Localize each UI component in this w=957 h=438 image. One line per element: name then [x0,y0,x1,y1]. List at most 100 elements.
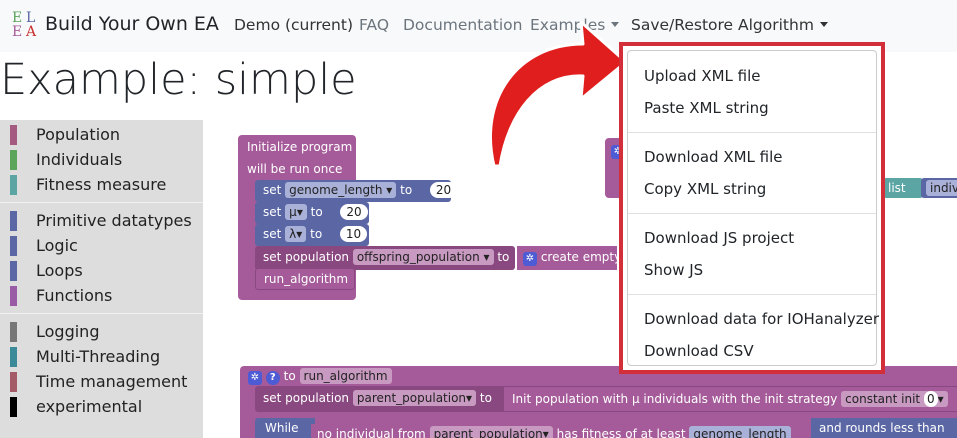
menu-show-js[interactable]: Show JS [644,261,703,279]
and-rounds-block[interactable]: and rounds less than [811,418,957,438]
toolbox-item-label: Multi-Threading [36,347,161,366]
set-label: set [263,227,282,241]
init-population-text: Init population with μ individuals with … [512,392,838,406]
save-restore-dropdown: Upload XML file Paste XML string Downloa… [619,42,885,374]
toolbox-item-label: Individuals [36,150,123,169]
category-swatch [10,261,17,281]
nav-faq[interactable]: FAQ [359,16,389,34]
toolbox-item-label: Functions [36,286,113,305]
var-dropdown[interactable]: μ▾ [285,204,307,220]
init-strategy-dropdown[interactable]: constant init 0 ▾ [841,391,948,407]
toolbox-item-label: Logging [36,322,100,341]
nav-demo[interactable]: Demo (current) [234,16,353,34]
run-algorithm-call-block[interactable]: run_algorithm [255,268,355,290]
parent-var-dropdown-2[interactable]: parent_population▾ [429,426,553,438]
menu-upload-xml-file[interactable]: Upload XML file [644,67,761,85]
to-label: to [400,183,413,197]
toolbox-item-label: Loops [36,261,83,280]
set-genome-length-block[interactable]: set genome_length ▾ to 20 [255,180,458,202]
var-name: offspring_population [356,250,480,264]
number-field[interactable]: 20 [340,204,368,220]
var-name: parent_population [433,427,543,438]
toolbox-separator [0,202,203,203]
menu-download-csv[interactable]: Download CSV [644,342,754,360]
strategy-name: constant init [845,392,921,406]
logo-letter-e2: E [12,24,23,40]
dropdown-menu: Upload XML file Paste XML string Downloa… [627,50,879,366]
parent-var-dropdown[interactable]: parent_population▾ [352,390,477,406]
no-individual-label: no individual from [317,427,426,438]
toolbox-item-label: Logic [36,236,78,255]
to-label: to [310,205,323,219]
logo-letter-e1: E [12,10,23,26]
list-label: list [888,181,906,195]
nav-save-restore[interactable]: Save/Restore Algorithm [631,16,828,34]
set-lambda-block[interactable]: set λ▾ to 10 [255,224,369,246]
to-label: to [497,250,510,264]
menu-download-xml-file[interactable]: Download XML file [644,148,783,166]
brand-title[interactable]: Build Your Own EA [45,13,219,35]
init-label-1: Initialize program [247,140,353,154]
function-header: ✲ ? to run_algorithm [248,366,392,386]
menu-download-js-project[interactable]: Download JS project [644,229,794,247]
toolbox-item-label: Fitness measure [36,175,167,194]
chevron-down-icon [819,22,828,27]
blockly-toolbox: Population Individuals Fitness measure P… [0,120,203,438]
page-title: Example: simple [0,55,357,105]
var-dropdown[interactable]: λ▾ [285,226,307,242]
list-block[interactable]: list [883,178,923,198]
create-empty-label: create empty [540,250,622,264]
individual-var-block[interactable]: indivi [921,178,957,198]
var-name: parent_population [356,391,467,405]
init-label-2: will be run once [247,162,343,176]
function-name-field[interactable]: run_algorithm [299,368,392,384]
set-population-label: set population [263,391,350,405]
var-name: λ [289,227,297,241]
function-to-label: to [283,369,296,383]
offspring-var-dropdown[interactable]: offspring_population ▾ [352,249,494,265]
category-swatch [10,236,17,256]
menu-copy-xml-string[interactable]: Copy XML string [644,180,766,198]
var-name: μ [289,205,297,219]
to-label: to [479,391,492,405]
toolbox-item-label: experimental [36,397,143,416]
gear-icon[interactable]: ✲ [248,371,262,385]
set-label: set [263,183,282,197]
and-rounds-label: and rounds less than [819,421,945,435]
category-swatch [10,211,17,231]
toolbox-item-label: Population [36,125,121,144]
set-mu-block[interactable]: set μ▾ to 20 [255,202,369,224]
menu-paste-xml-string[interactable]: Paste XML string [644,99,769,117]
has-fitness-label: has fitness of at least [556,427,686,438]
category-swatch [10,322,17,342]
menu-divider [628,132,876,133]
menu-download-iohanalyzer[interactable]: Download data for IOHanalyzer [644,310,879,328]
ea-logo[interactable]: E L E A [12,11,40,39]
category-swatch [10,175,17,195]
category-swatch [10,347,17,367]
curved-arrow-annotation [489,20,628,168]
help-icon[interactable]: ? [265,371,280,385]
var-name: genome_length [289,183,383,197]
while-block[interactable]: While [255,418,315,438]
number-field[interactable]: 20 [429,182,458,198]
indiv-dropdown[interactable]: indivi [926,180,957,196]
init-population-block[interactable]: Init population with μ individuals with … [503,386,957,412]
menu-divider [628,294,876,295]
category-swatch [10,286,17,306]
category-swatch [10,372,17,392]
while-label: While [265,421,299,435]
number-field[interactable]: 10 [339,226,368,242]
nav-save-restore-label: Save/Restore Algorithm [631,16,814,34]
logo-letter-a: A [26,24,37,40]
set-offspring-population-block[interactable]: set population offspring_population ▾ to [255,246,515,270]
gear-icon[interactable]: ✲ [523,252,537,266]
set-population-label: set population [263,250,350,264]
var-dropdown[interactable]: genome_length ▾ [285,182,397,198]
genome-length-dropdown[interactable]: genome_length [689,426,791,438]
category-swatch [10,150,17,170]
constant-value[interactable]: 0 [923,391,938,407]
set-parent-population-block[interactable]: set population parent_population▾ to [255,386,505,412]
category-swatch [10,125,17,145]
create-empty-block[interactable]: ✲ create empty [517,246,621,270]
